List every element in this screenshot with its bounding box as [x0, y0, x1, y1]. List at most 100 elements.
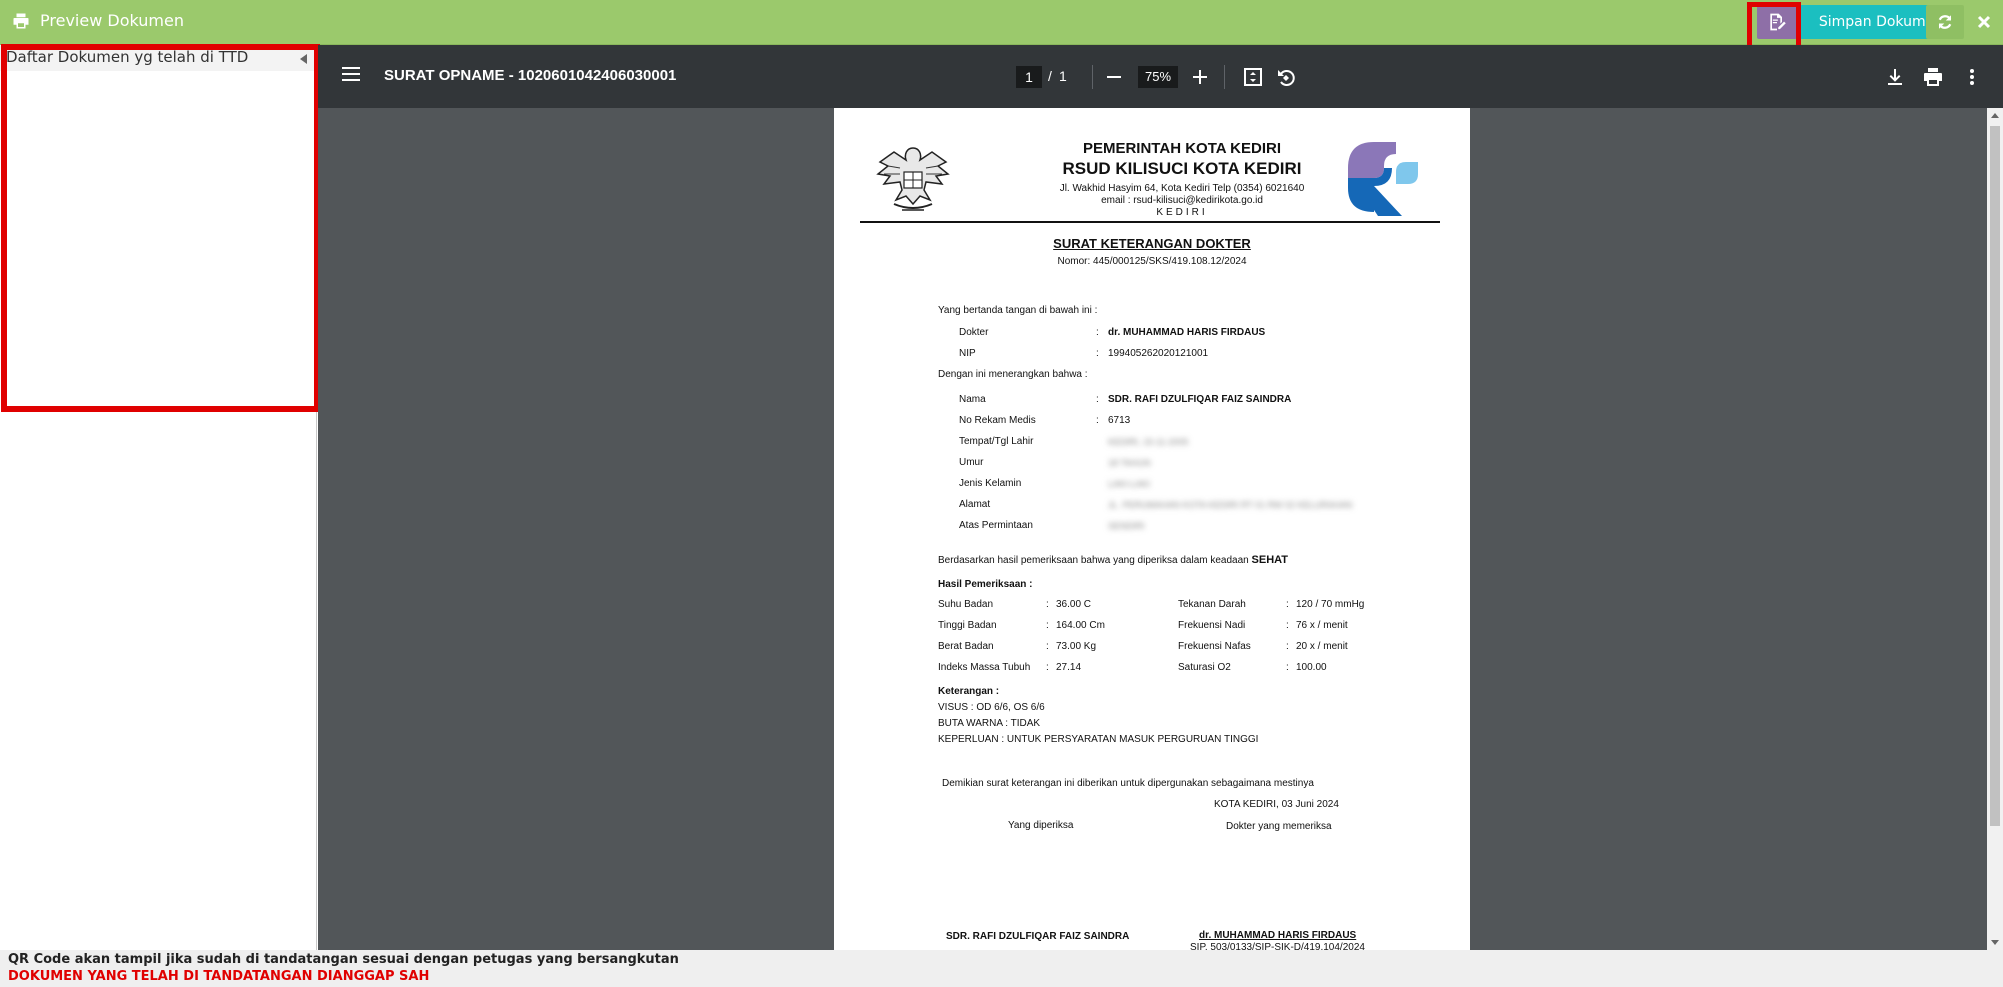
patient-field-value: LAKI-LAKI: [1108, 479, 1151, 489]
exam-value: 20 x / menit: [1296, 641, 1348, 652]
page-number-input[interactable]: 1: [1016, 66, 1042, 88]
sign-left-label: Yang diperiksa: [1008, 820, 1074, 831]
exam-value: 164.00 Cm: [1056, 620, 1105, 631]
exam-label: Berat Badan: [938, 641, 994, 652]
pdf-viewer: SURAT OPNAME - 1020601042406030001 1 / 1…: [318, 45, 2003, 950]
exam-value: 36.00 C: [1056, 599, 1092, 610]
colon: :: [1286, 599, 1289, 610]
note-line: KEPERLUAN : UNTUK PERSYARATAN MASUK PERG…: [938, 734, 1259, 745]
result-status: SEHAT: [1251, 554, 1288, 566]
download-icon[interactable]: [1884, 66, 1906, 88]
highlight-box-document-list: [1, 44, 320, 412]
note-line: VISUS : OD 6/6, OS 6/6: [938, 702, 1045, 713]
exam-label: Frekuensi Nadi: [1178, 620, 1246, 631]
colon: :: [1286, 620, 1289, 631]
colon: :: [1096, 415, 1099, 426]
colon: :: [1096, 348, 1099, 359]
top-bar: Preview Dokumen Simpan Dokumen: [0, 0, 2003, 45]
result-text: Berdasarkan hasil pemeriksaan bahwa yang…: [938, 554, 1288, 566]
sign-right-name: dr. MUHAMMAD HARIS FIRDAUS: [1199, 930, 1357, 941]
scrollbar-thumb[interactable]: [1990, 126, 2000, 826]
window-title: Preview Dokumen: [12, 11, 184, 30]
zoom-in-icon[interactable]: [1190, 67, 1210, 87]
footer-info: QR Code akan tampil jika sudah di tandat…: [8, 952, 679, 967]
more-icon[interactable]: [1961, 66, 1983, 88]
document-number: Nomor: 445/000125/SKS/419.108.12/2024: [1057, 256, 1247, 267]
exam-value: 120 / 70 mmHg: [1296, 599, 1365, 610]
patient-field-value: SDR. RAFI DZULFIQAR FAIZ SAINDRA: [1108, 394, 1292, 405]
patient-field-value: 18 TAHUN: [1108, 458, 1151, 468]
doctor-label: Dokter: [959, 327, 989, 338]
scroll-up-icon[interactable]: [1991, 113, 1999, 118]
declare-text: Dengan ini menerangkan bahwa :: [938, 369, 1088, 380]
note-line: BUTA WARNA : TIDAK: [938, 718, 1041, 729]
page-total: 1: [1059, 68, 1067, 84]
exam-label: Frekuensi Nafas: [1178, 641, 1251, 652]
patient-field-label: Umur: [959, 457, 984, 468]
exam-value: 73.00 Kg: [1056, 641, 1097, 652]
patient-field-value: KEDIRI, 15-11-2005: [1108, 437, 1189, 447]
letterhead-line1: PEMERINTAH KOTA KEDIRI: [1082, 140, 1282, 157]
vertical-scrollbar[interactable]: [1987, 108, 2003, 950]
pdf-document-title: SURAT OPNAME - 1020601042406030001: [384, 67, 677, 84]
colon: :: [1046, 662, 1049, 673]
intro-text: Yang bertanda tangan di bawah ini :: [938, 305, 1098, 316]
result-intro: Berdasarkan hasil pemeriksaan bahwa yang…: [938, 555, 1249, 566]
close-icon: [1977, 15, 1991, 29]
exam-label: Tekanan Darah: [1178, 599, 1246, 610]
page-separator: /: [1048, 68, 1052, 84]
sign-right-label: Dokter yang memeriksa: [1226, 821, 1332, 832]
colon: :: [1046, 599, 1049, 610]
footer-warning: DOKUMEN YANG TELAH DI TANDATANGAN DIANGG…: [8, 969, 430, 984]
rotate-icon[interactable]: [1275, 66, 1297, 88]
letterhead-line2: RSUD KILISUCI KOTA KEDIRI: [1062, 159, 1302, 178]
exam-title: Hasil Pemeriksaan :: [938, 579, 1033, 590]
pdf-toolbar: SURAT OPNAME - 1020601042406030001 1 / 1…: [318, 45, 2003, 108]
patient-field-label: No Rekam Medis: [959, 415, 1036, 426]
colon: :: [1286, 662, 1289, 673]
doctor-value: dr. MUHAMMAD HARIS FIRDAUS: [1108, 327, 1266, 338]
colon: :: [1046, 641, 1049, 652]
patient-field-label: Nama: [959, 394, 986, 405]
letterhead-divider: [860, 221, 1440, 223]
exam-label: Suhu Badan: [938, 599, 994, 610]
close-button[interactable]: [1968, 5, 2000, 39]
scroll-down-icon[interactable]: [1991, 940, 1999, 945]
patient-field-value: SENDIRI: [1108, 521, 1145, 531]
menu-icon[interactable]: [342, 67, 360, 81]
patient-field-label: Atas Permintaan: [959, 520, 1033, 531]
letterhead-address: Jl. Wakhid Hasyim 64, Kota Kediri Telp (…: [1059, 183, 1305, 194]
refresh-icon: [1938, 15, 1952, 29]
patient-field-label: Tempat/Tgl Lahir: [959, 436, 1034, 447]
colon: :: [1096, 327, 1099, 338]
zoom-out-icon[interactable]: [1104, 67, 1124, 87]
sign-right-sip: SIP. 503/0133/SIP-SIK-D/419.104/2024: [1190, 942, 1365, 950]
place-date: KOTA KEDIRI, 03 Juni 2024: [1214, 799, 1339, 810]
print-icon: [13, 13, 29, 28]
refresh-button[interactable]: [1926, 5, 1964, 39]
zoom-level-input[interactable]: 75%: [1138, 66, 1178, 88]
patient-field-label: Jenis Kelamin: [959, 478, 1022, 489]
toolbar-divider: [1224, 65, 1225, 89]
letterhead-city: KEDIRI: [1156, 207, 1208, 218]
document-heading: SURAT KETERANGAN DOKTER: [1053, 236, 1251, 251]
colon: :: [1046, 620, 1049, 631]
window-title-text: Preview Dokumen: [40, 11, 184, 30]
pdf-page: PEMERINTAH KOTA KEDIRI RSUD KILISUCI KOT…: [834, 108, 1470, 950]
exam-label: Saturasi O2: [1178, 662, 1231, 673]
nip-value: 199405262020121001: [1108, 348, 1209, 359]
exam-value: 27.14: [1056, 662, 1082, 673]
print-icon[interactable]: [1922, 66, 1944, 88]
footer-notice: QR Code akan tampil jika sudah di tandat…: [0, 950, 2003, 987]
patient-field-label: Alamat: [959, 499, 991, 510]
colon: :: [1286, 641, 1289, 652]
closing-text: Demikian surat keterangan ini diberikan …: [942, 778, 1314, 789]
patient-field-value: JL. PERUMAHAN KOTA KEDIRI RT 01 RW 02 KE…: [1108, 500, 1353, 510]
fit-page-icon[interactable]: [1242, 66, 1264, 88]
notes-title: Keterangan :: [938, 686, 1000, 697]
nip-label: NIP: [959, 348, 976, 359]
letterhead-email: email : rsud-kilisuci@kedirikota.go.id: [1101, 195, 1263, 206]
exam-value: 76 x / menit: [1296, 620, 1348, 631]
exam-label: Indeks Massa Tubuh: [938, 662, 1031, 673]
sign-left-name: SDR. RAFI DZULFIQAR FAIZ SAINDRA: [946, 931, 1130, 942]
